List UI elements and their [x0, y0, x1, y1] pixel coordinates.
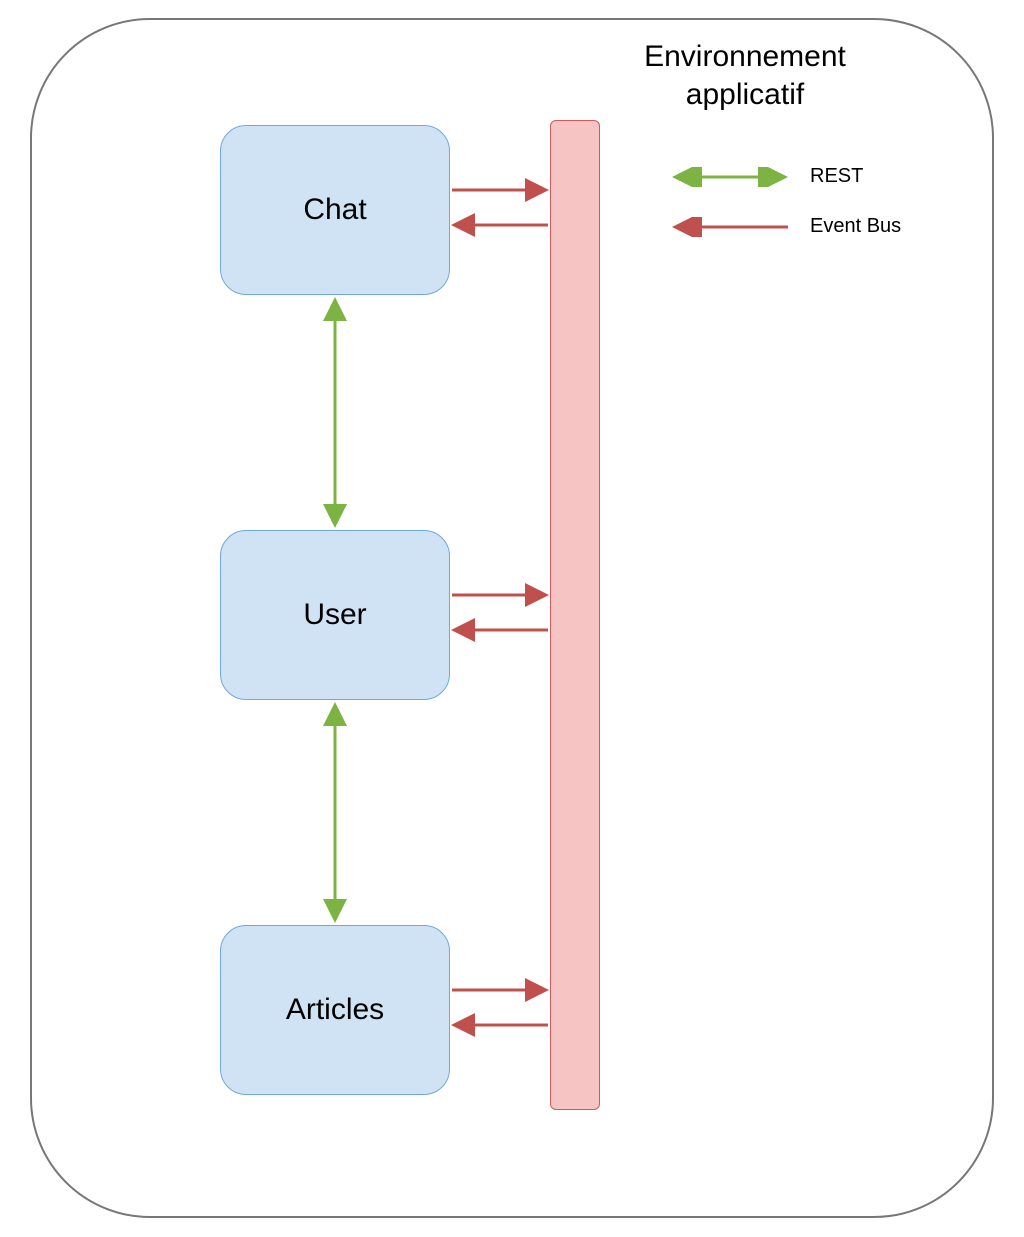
service-chat-box: Chat: [220, 125, 450, 295]
service-user-label: User: [303, 598, 366, 632]
service-articles-label: Articles: [286, 993, 384, 1027]
title-line-2: applicatif: [686, 78, 804, 111]
diagram-title: Environnement applicatif: [605, 38, 885, 113]
legend-rest-arrow-icon: [670, 167, 790, 187]
legend-rest-label: REST: [810, 165, 863, 188]
legend-eventbus: Event Bus: [670, 215, 901, 238]
service-user-box: User: [220, 530, 450, 700]
service-chat-label: Chat: [303, 193, 366, 227]
title-line-1: Environnement: [644, 40, 846, 73]
legend-eventbus-label: Event Bus: [810, 215, 901, 238]
event-bus-bar: [550, 120, 600, 1110]
service-articles-box: Articles: [220, 925, 450, 1095]
legend-eventbus-arrow-icon: [670, 217, 790, 237]
legend-rest: REST: [670, 165, 863, 188]
diagram-container: [30, 18, 994, 1218]
